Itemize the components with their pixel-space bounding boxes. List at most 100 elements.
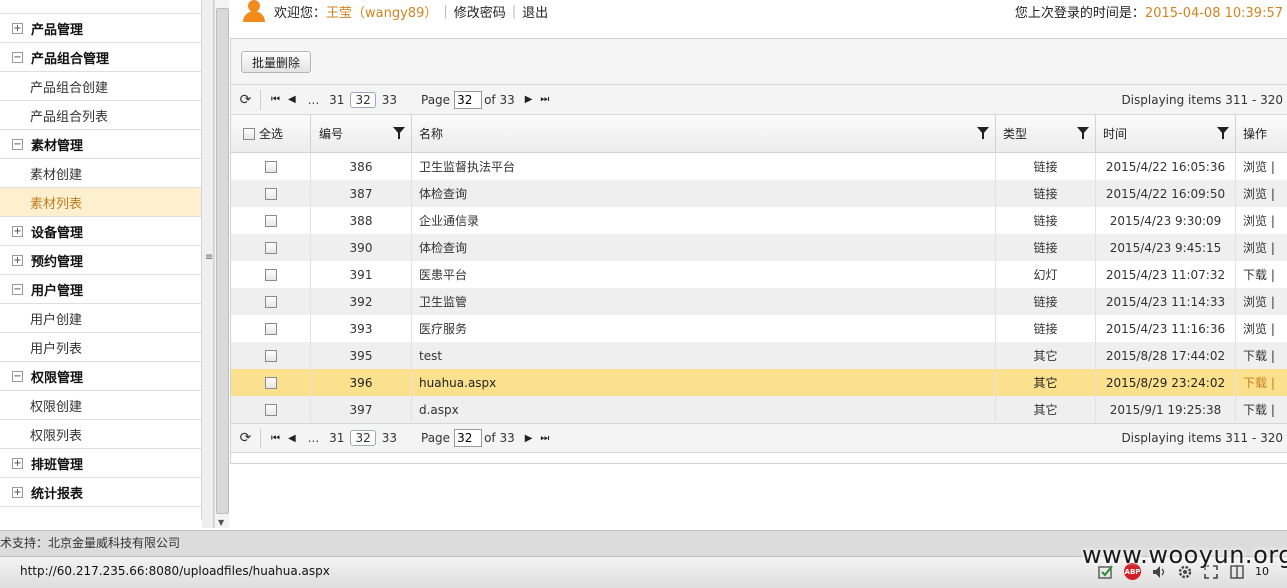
page-number-input[interactable] (454, 90, 483, 109)
next-page-icon[interactable]: ▶ (525, 433, 533, 444)
sidebar-group[interactable]: − 权限管理 (0, 362, 201, 391)
sidebar-item[interactable]: 权限列表 (0, 420, 201, 449)
row-checkbox[interactable] (265, 349, 277, 362)
page-ellipsis[interactable]: ... (308, 431, 319, 445)
scroll-down-arrow-icon[interactable]: ▼ (218, 518, 224, 527)
logout-link[interactable]: 退出 (522, 2, 548, 21)
sidebar-item[interactable]: 产品组合创建 (0, 72, 201, 101)
filter-icon[interactable] (1217, 127, 1229, 139)
filter-icon[interactable] (393, 127, 405, 139)
cell-action[interactable]: 下载 | (1236, 369, 1287, 396)
sidebar-group[interactable]: + 产品管理 (0, 14, 201, 43)
table-row[interactable]: 396 huahua.aspx 其它 2015/8/29 23:24:02 下载 | (231, 369, 1287, 396)
row-checkbox[interactable] (265, 322, 277, 335)
cell-action[interactable]: 浏览 | (1236, 234, 1287, 261)
page-number-link[interactable]: 33 (382, 431, 397, 445)
collapse-icon[interactable]: − (12, 370, 23, 382)
row-checkbox[interactable] (265, 403, 277, 416)
refresh-icon[interactable]: ⟳ (231, 89, 261, 110)
prev-page-icon[interactable]: ◀ (288, 94, 296, 105)
sidebar-scrollbar[interactable]: ▼ (214, 0, 229, 528)
sidebar-group[interactable]: + 预约管理 (0, 246, 201, 275)
page-number-link[interactable]: 31 (329, 93, 344, 107)
filter-icon[interactable] (977, 127, 989, 139)
sidebar-item[interactable]: 素材列表 (0, 188, 201, 217)
refresh-icon[interactable]: ⟳ (231, 428, 261, 448)
collapse-icon[interactable]: − (12, 51, 23, 63)
sidebar-group[interactable]: + 设备管理 (0, 217, 201, 246)
sidebar-item[interactable]: 用户列表 (0, 333, 201, 362)
page-ellipsis[interactable]: ... (308, 93, 319, 107)
column-header-name[interactable]: 名称 (412, 115, 996, 152)
table-row[interactable]: 395 test 其它 2015/8/28 17:44:02 下载 | (231, 342, 1287, 369)
collapse-icon[interactable]: − (12, 283, 23, 295)
expand-icon[interactable]: + (12, 486, 23, 498)
row-action-link[interactable]: 浏览 | (1243, 185, 1275, 202)
current-page-number[interactable]: 32 (350, 91, 376, 108)
sidebar-item[interactable]: 用户创建 (0, 304, 201, 333)
batch-delete-button[interactable]: 批量删除 (241, 51, 312, 73)
sidebar-item[interactable]: 产品组合列表 (0, 101, 201, 130)
cell-action[interactable]: 下载 | (1236, 261, 1287, 288)
cell-action[interactable]: 浏览 | (1236, 180, 1287, 207)
expand-icon[interactable]: + (12, 225, 23, 237)
row-action-link[interactable]: 浏览 | (1243, 212, 1275, 229)
last-page-icon[interactable]: ⏭ (540, 94, 549, 105)
first-page-icon[interactable]: ⏮ (271, 94, 280, 105)
table-row[interactable]: 393 医疗服务 链接 2015/4/23 11:16:36 浏览 | (231, 315, 1287, 342)
cell-action[interactable]: 浏览 | (1236, 153, 1287, 180)
page-number-input[interactable] (454, 429, 483, 447)
sidebar-item[interactable]: 权限创建 (0, 391, 201, 420)
row-action-link[interactable]: 下载 | (1243, 374, 1275, 391)
row-checkbox[interactable] (265, 160, 277, 173)
table-row[interactable]: 390 体检查询 链接 2015/4/23 9:45:15 浏览 | (231, 234, 1287, 261)
cell-action[interactable]: 下载 | (1236, 342, 1287, 369)
row-checkbox[interactable] (265, 214, 277, 227)
table-row[interactable]: 397 d.aspx 其它 2015/9/1 19:25:38 下载 | (231, 396, 1287, 423)
row-checkbox[interactable] (265, 295, 277, 308)
row-action-link[interactable]: 下载 | (1243, 347, 1275, 364)
column-header-time[interactable]: 时间 (1096, 115, 1236, 152)
expand-icon[interactable]: + (12, 22, 23, 34)
column-header-id[interactable]: 编号 (311, 115, 412, 152)
sidebar-group[interactable]: − 产品组合管理 (0, 43, 201, 72)
row-checkbox[interactable] (265, 187, 277, 200)
page-number-link[interactable]: 31 (329, 431, 344, 445)
sidebar-item[interactable]: 素材创建 (0, 159, 201, 188)
splitter-grip-icon[interactable]: ≡ (205, 252, 213, 263)
select-all-header[interactable]: 全选 (231, 115, 311, 152)
sidebar-group[interactable]: + 统计报表 (0, 478, 201, 507)
table-row[interactable]: 388 企业通信录 链接 2015/4/23 9:30:09 浏览 | (231, 207, 1287, 234)
cell-action[interactable]: 浏览 | (1236, 207, 1287, 234)
collapse-icon[interactable]: − (12, 138, 23, 150)
column-header-type[interactable]: 类型 (996, 115, 1096, 152)
first-page-icon[interactable]: ⏮ (271, 433, 280, 444)
next-page-icon[interactable]: ▶ (525, 94, 533, 105)
scrollbar-thumb[interactable] (216, 8, 229, 514)
panel-splitter[interactable]: ≡ (202, 0, 214, 528)
page-number-link[interactable]: 33 (382, 93, 397, 107)
last-page-icon[interactable]: ⏭ (540, 433, 549, 444)
row-action-link[interactable]: 浏览 | (1243, 293, 1275, 310)
sidebar-group[interactable]: − 用户管理 (0, 275, 201, 304)
expand-icon[interactable]: + (12, 457, 23, 469)
current-page-number[interactable]: 32 (350, 430, 376, 446)
row-checkbox[interactable] (265, 376, 277, 389)
row-action-link[interactable]: 浏览 | (1243, 239, 1275, 256)
cell-action[interactable]: 浏览 | (1236, 315, 1287, 342)
sidebar-group[interactable]: + 排班管理 (0, 449, 201, 478)
select-all-checkbox[interactable] (243, 127, 255, 140)
change-password-link[interactable]: 修改密码 (454, 2, 506, 21)
filter-icon[interactable] (1077, 127, 1089, 139)
row-checkbox[interactable] (265, 241, 277, 254)
prev-page-icon[interactable]: ◀ (288, 433, 296, 444)
sidebar-group[interactable]: − 素材管理 (0, 130, 201, 159)
table-row[interactable]: 392 卫生监管 链接 2015/4/23 11:14:33 浏览 | (231, 288, 1287, 315)
expand-icon[interactable]: + (12, 254, 23, 266)
cell-action[interactable]: 下载 | (1236, 396, 1287, 423)
row-checkbox[interactable] (265, 268, 277, 281)
table-row[interactable]: 391 医患平台 幻灯 2015/4/23 11:07:32 下载 | (231, 261, 1287, 288)
row-action-link[interactable]: 浏览 | (1243, 158, 1275, 175)
cell-action[interactable]: 浏览 | (1236, 288, 1287, 315)
row-action-link[interactable]: 下载 | (1243, 266, 1275, 283)
